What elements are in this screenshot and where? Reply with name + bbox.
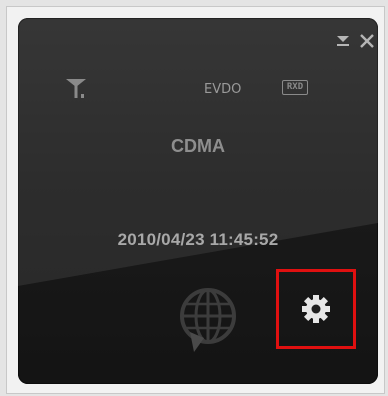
close-icon [360,34,374,48]
network-type-label: EVDO [204,82,242,97]
carrier-label: CDMA [171,136,225,156]
datetime-label: 2010/04/23 11:45:52 [117,230,279,249]
rx-diversity-badge: RXD [282,80,308,95]
modem-widget: EVDO RXD CDMA 2010/04/23 11:45:52 [18,18,378,384]
signal-antenna-icon [64,76,88,104]
globe-connect-icon [180,288,236,352]
minimize-button[interactable] [334,32,352,50]
connect-button[interactable] [168,280,248,360]
close-button[interactable] [358,32,376,50]
settings-button[interactable] [276,269,356,349]
gear-icon [302,295,330,323]
desktop-background: EVDO RXD CDMA 2010/04/23 11:45:52 [0,0,388,396]
minimize-icon [337,36,349,46]
